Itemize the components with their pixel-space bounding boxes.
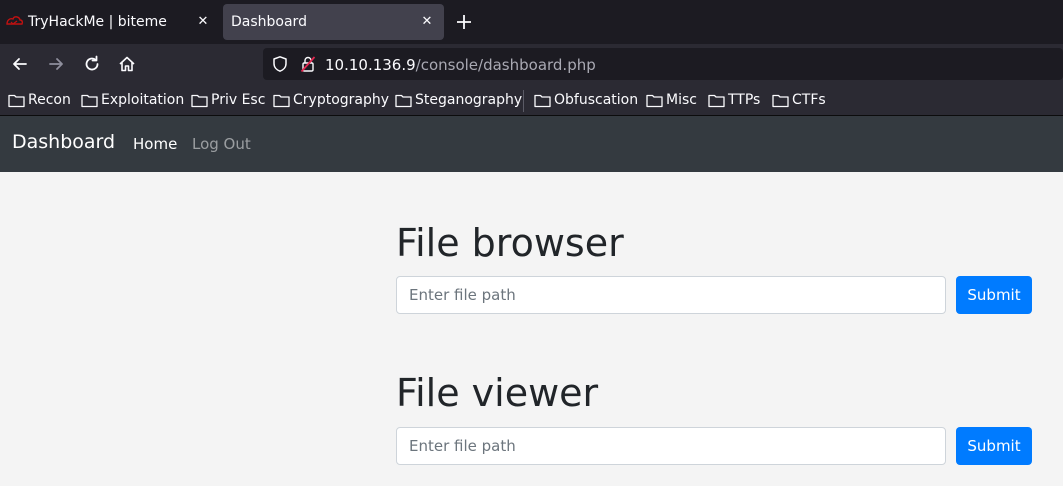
bookmark-separator: [523, 90, 524, 112]
folder-icon: [534, 94, 551, 107]
browser-toolbar: 10.10.136.9/console/dashboard.php: [0, 44, 1063, 84]
folder-icon: [772, 94, 789, 107]
folder-icon: [395, 94, 412, 107]
folder-icon: [8, 94, 25, 107]
bookmark-label: Misc: [666, 92, 697, 108]
tab-dashboard[interactable]: Dashboard ✕: [223, 4, 444, 40]
bookmark-steganography[interactable]: Steganography: [395, 90, 522, 110]
url-path: /console/dashboard.php: [415, 56, 596, 74]
tab-strip: TryHackMe | biteme ✕ Dashboard ✕: [0, 0, 1063, 44]
insecure-lock-icon[interactable]: [299, 55, 317, 73]
bookmark-label: Priv Esc: [211, 92, 266, 108]
tab-title: TryHackMe | biteme: [28, 14, 167, 30]
tryhackme-logo-icon: [6, 16, 24, 25]
folder-icon: [646, 94, 663, 107]
file-viewer-path-input[interactable]: [396, 427, 946, 465]
bookmark-obfuscation[interactable]: Obfuscation: [534, 90, 638, 110]
bookmark-label: Obfuscation: [554, 92, 639, 108]
bookmark-cryptography[interactable]: Cryptography: [273, 90, 389, 110]
bookmark-ttps[interactable]: TTPs: [708, 90, 760, 110]
bookmark-recon[interactable]: Recon: [8, 90, 71, 110]
url-host: 10.10.136.9: [325, 56, 416, 74]
bookmark-label: Cryptography: [293, 92, 390, 108]
bookmark-label: Recon: [28, 92, 71, 108]
file-viewer-title: File viewer: [396, 371, 599, 415]
bookmark-label: CTFs: [792, 92, 826, 108]
reload-icon[interactable]: [82, 54, 102, 74]
tab-tryhackme[interactable]: TryHackMe | biteme ✕: [0, 4, 218, 40]
tab-title: Dashboard: [231, 14, 307, 30]
close-icon[interactable]: ✕: [417, 12, 437, 32]
folder-icon: [191, 94, 208, 107]
url-bar[interactable]: 10.10.136.9/console/dashboard.php: [263, 48, 1063, 80]
browser-chrome: TryHackMe | biteme ✕ Dashboard ✕ 10.10.1…: [0, 0, 1063, 116]
close-icon[interactable]: ✕: [193, 12, 213, 32]
navbar-brand[interactable]: Dashboard: [12, 131, 115, 153]
file-browser-submit-button[interactable]: Submit: [956, 276, 1032, 314]
url-text[interactable]: 10.10.136.9/console/dashboard.php: [325, 56, 596, 74]
folder-icon: [708, 94, 725, 107]
nav-link-home[interactable]: Home: [133, 135, 177, 153]
bookmark-label: TTPs: [728, 92, 761, 108]
main-content: File browser Submit File viewer Submit: [0, 172, 1063, 486]
bookmark-ctfs[interactable]: CTFs: [772, 90, 826, 110]
forward-arrow-icon[interactable]: [46, 54, 66, 74]
bookmark-exploitation[interactable]: Exploitation: [81, 90, 184, 110]
bookmark-priv-esc[interactable]: Priv Esc: [191, 90, 265, 110]
new-tab-plus-icon[interactable]: [454, 12, 474, 32]
file-browser-title: File browser: [396, 221, 624, 265]
file-browser-path-input[interactable]: [396, 276, 946, 314]
app-navbar: Dashboard Home Log Out: [0, 116, 1063, 172]
bookmark-misc[interactable]: Misc: [646, 90, 697, 110]
home-icon[interactable]: [117, 54, 137, 74]
folder-icon: [273, 94, 290, 107]
bookmark-label: Exploitation: [101, 92, 185, 108]
bookmarks-toolbar: Recon Exploitation Priv Esc Cryptography…: [0, 84, 1063, 116]
shield-icon[interactable]: [271, 55, 289, 73]
nav-link-logout[interactable]: Log Out: [192, 135, 251, 153]
file-viewer-submit-button[interactable]: Submit: [956, 427, 1032, 465]
folder-icon: [81, 94, 98, 107]
bookmark-label: Steganography: [415, 92, 523, 108]
back-arrow-icon[interactable]: [10, 54, 30, 74]
